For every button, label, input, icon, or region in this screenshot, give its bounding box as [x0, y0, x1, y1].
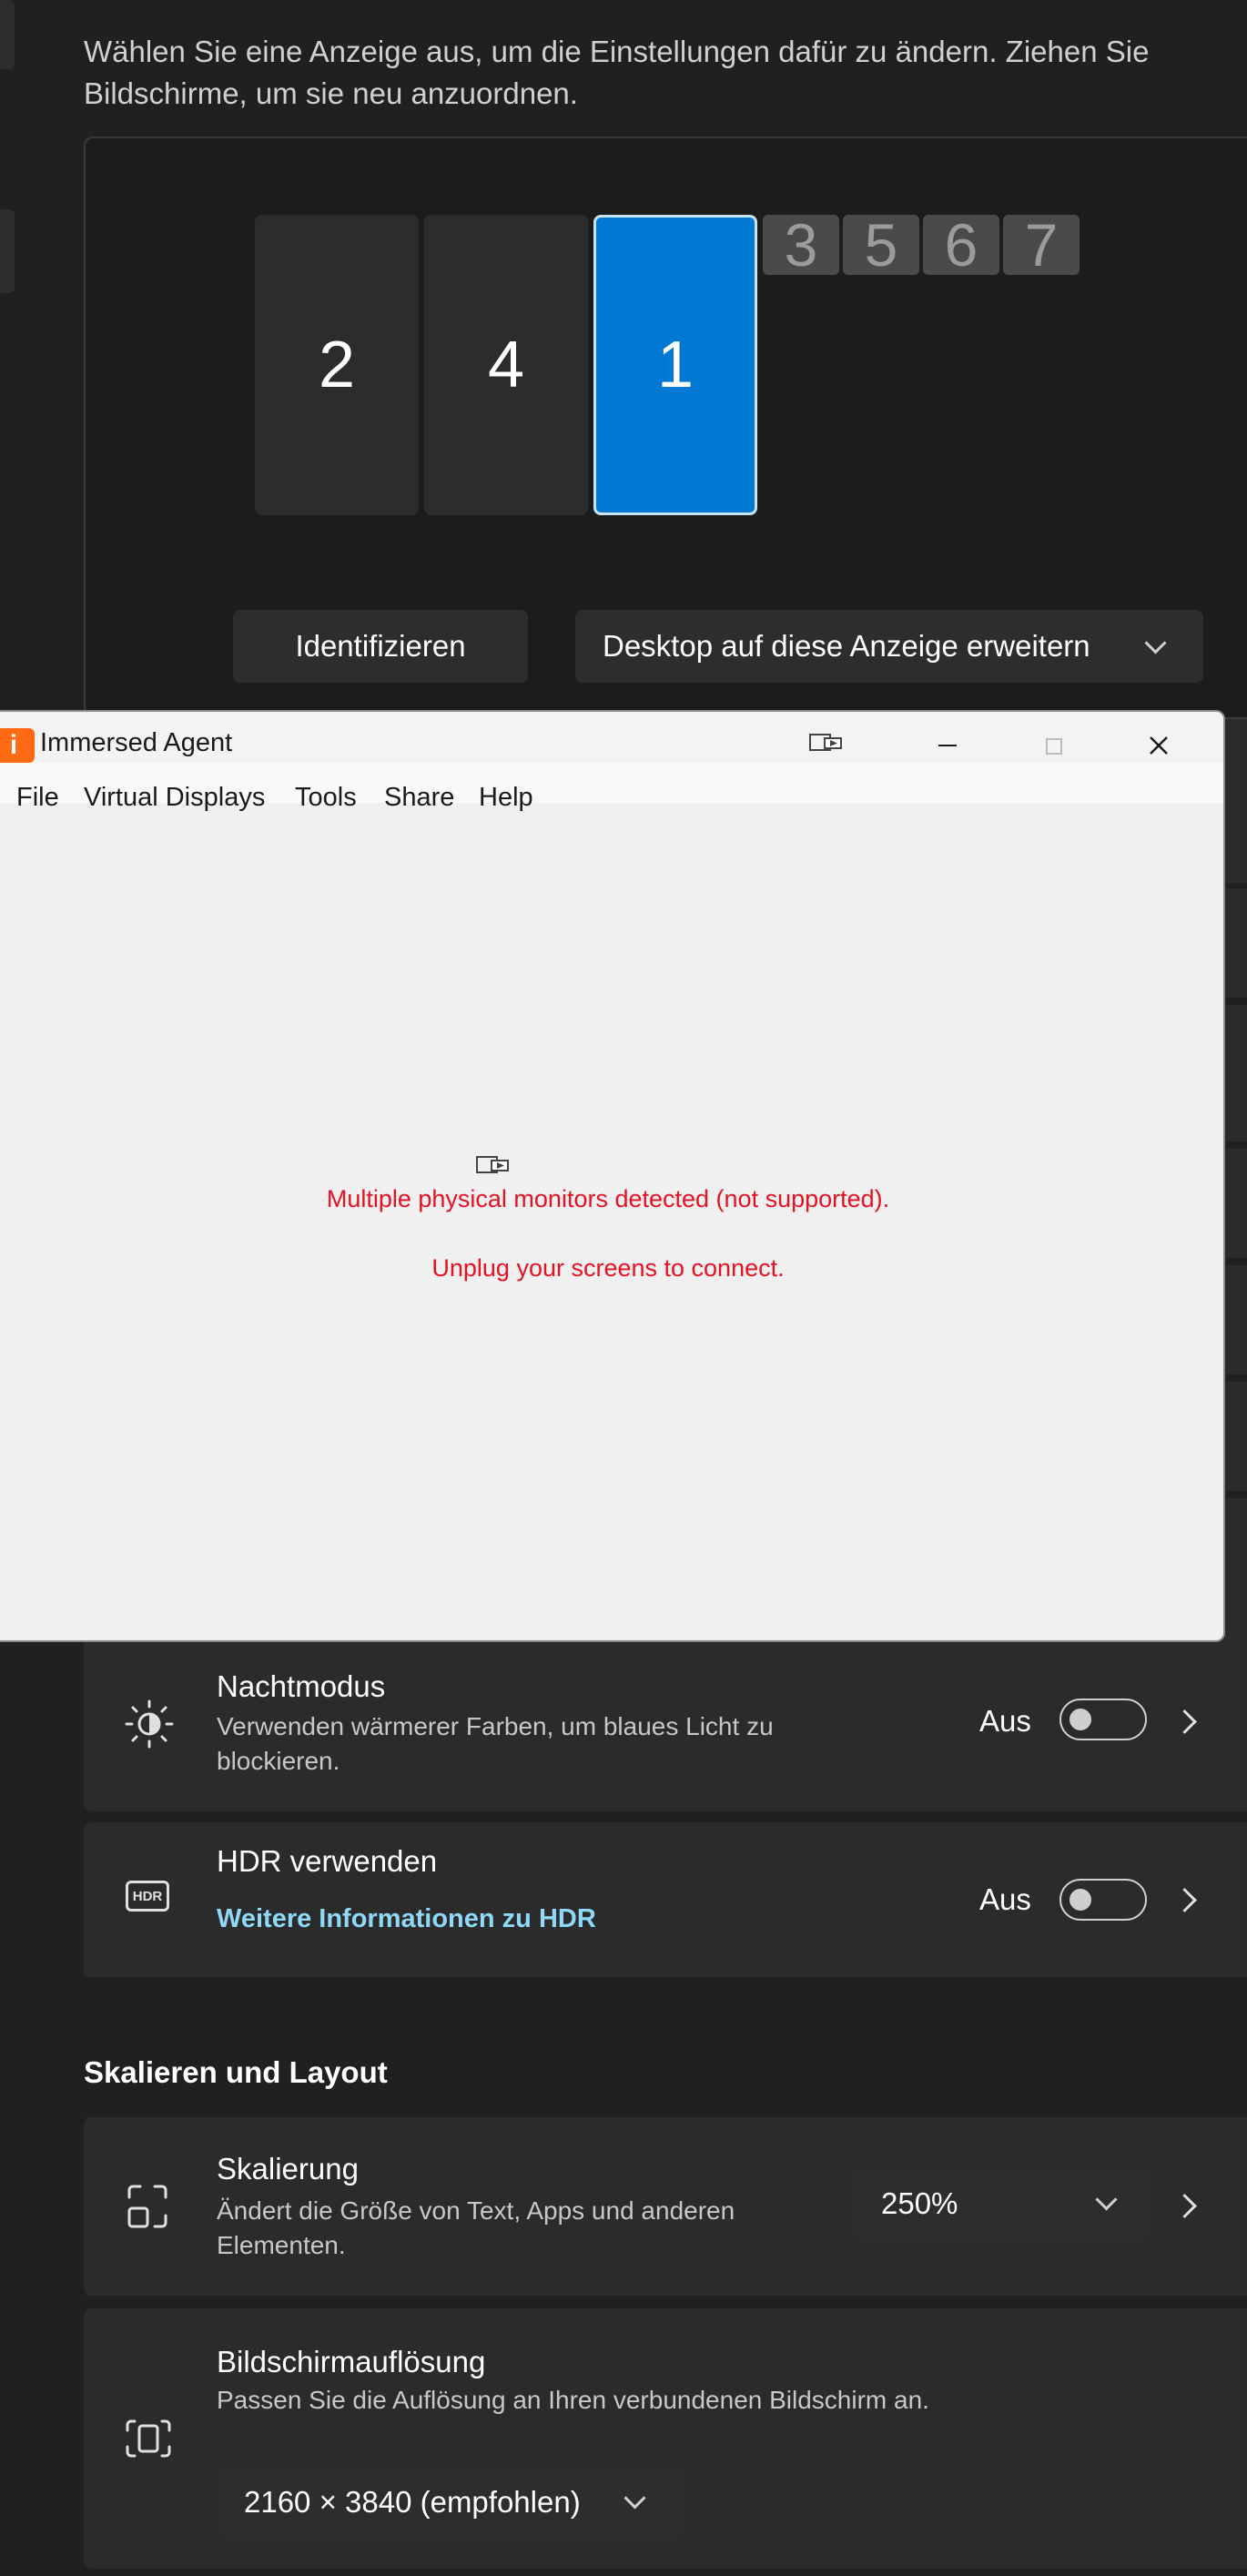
night-mode-toggle[interactable] [1059, 1699, 1147, 1740]
immersed-agent-window[interactable]: i Immersed Agent File Virtual Displays T… [0, 710, 1225, 1642]
hdr-info-link[interactable]: Weitere Informationen zu HDR [217, 1904, 596, 1934]
error-unplug-screens: Unplug your screens to connect. [431, 1254, 785, 1282]
monitor-6[interactable]: 6 [923, 211, 999, 279]
menu-tools[interactable]: Tools [295, 783, 357, 813]
menu-share[interactable]: Share [384, 783, 454, 813]
window-title: Immersed Agent [40, 728, 233, 757]
resolution-card[interactable]: Bildschirmauflösung Passen Sie die Auflö… [84, 2308, 1247, 2569]
resolution-title: Bildschirmauflösung [217, 2345, 486, 2378]
toggle-knob [1070, 1889, 1091, 1911]
error-multiple-monitors: Multiple physical monitors detected (not… [326, 1185, 890, 1212]
display-intro-text: Wählen Sie eine Anzeige aus, um die Eins… [84, 35, 1150, 110]
hdr-card[interactable]: HDR HDR verwenden Weitere Informationen … [84, 1822, 1247, 1977]
close-icon[interactable] [1145, 732, 1172, 759]
scaling-dropdown[interactable]: 250% [854, 2168, 1151, 2239]
monitor-1-selected[interactable]: 1 [593, 215, 757, 515]
hdr-toggle[interactable] [1059, 1879, 1147, 1921]
night-mode-title: Nachtmodus [217, 1669, 386, 1703]
night-mode-subtitle: Verwenden wärmerer Farben, um blaues Lic… [217, 1712, 774, 1775]
chevron-down-icon [1095, 2188, 1118, 2211]
menu-virtual-displays[interactable]: Virtual Displays [84, 783, 265, 813]
scaling-subtitle: Ändert die Größe von Text, Apps und ande… [217, 2196, 735, 2259]
menu-help[interactable]: Help [479, 783, 533, 813]
hdr-title: HDR verwenden [217, 1844, 438, 1878]
display-connect-icon[interactable] [808, 732, 845, 754]
scaling-card[interactable]: Skalierung Ändert die Größe von Text, Ap… [84, 2117, 1247, 2296]
monitor-7[interactable]: 7 [1003, 211, 1080, 279]
chevron-down-icon [1144, 632, 1167, 654]
identify-button[interactable]: Identifizieren [233, 610, 528, 683]
resolution-subtitle: Passen Sie die Auflösung an Ihren verbun… [217, 2386, 929, 2414]
minimize-icon[interactable] [934, 732, 961, 759]
window-titlebar[interactable]: i Immersed Agent [0, 712, 1223, 763]
night-mode-icon [125, 1699, 174, 1749]
scaling-icon [127, 2185, 167, 2228]
toggle-knob [1070, 1709, 1091, 1730]
nav-sliver-top [0, 0, 15, 69]
chevron-right-icon[interactable] [1172, 2194, 1197, 2218]
immersed-app-icon: i [0, 728, 35, 763]
scaling-value: 250% [881, 2186, 958, 2220]
resolution-value: 2160 × 3840 (empfohlen) [244, 2485, 581, 2519]
chevron-right-icon[interactable] [1172, 1888, 1197, 1912]
chevron-down-icon [624, 2487, 646, 2510]
scale-layout-heading: Skalieren und Layout [84, 2055, 388, 2089]
extend-display-value: Desktop auf diese Anzeige erweitern [603, 629, 1090, 663]
monitor-2[interactable]: 2 [255, 215, 419, 515]
display-arrangement-panel[interactable]: 2 4 1 3 5 6 7 Identifizieren Desktop auf… [84, 137, 1247, 719]
night-mode-card[interactable]: Nachtmodus Verwenden wärmerer Farben, um… [84, 1649, 1247, 1811]
monitor-3[interactable]: 3 [763, 211, 839, 279]
maximize-icon[interactable] [1039, 732, 1067, 759]
nav-sliver-mid [0, 209, 15, 293]
resolution-icon [126, 2419, 171, 2458]
scaling-title: Skalierung [217, 2152, 359, 2186]
extend-display-dropdown[interactable]: Desktop auf diese Anzeige erweitern [575, 610, 1203, 683]
hdr-icon: HDR [126, 1881, 169, 1912]
night-mode-state: Aus [979, 1704, 1031, 1738]
screen-share-icon [476, 1156, 509, 1173]
monitor-5[interactable]: 5 [843, 211, 919, 279]
chevron-right-icon[interactable] [1172, 1709, 1197, 1734]
menu-file[interactable]: File [16, 783, 59, 813]
monitor-4[interactable]: 4 [424, 215, 588, 515]
hdr-state: Aus [979, 1882, 1031, 1916]
resolution-dropdown[interactable]: 2160 × 3840 (empfohlen) [217, 2467, 683, 2538]
